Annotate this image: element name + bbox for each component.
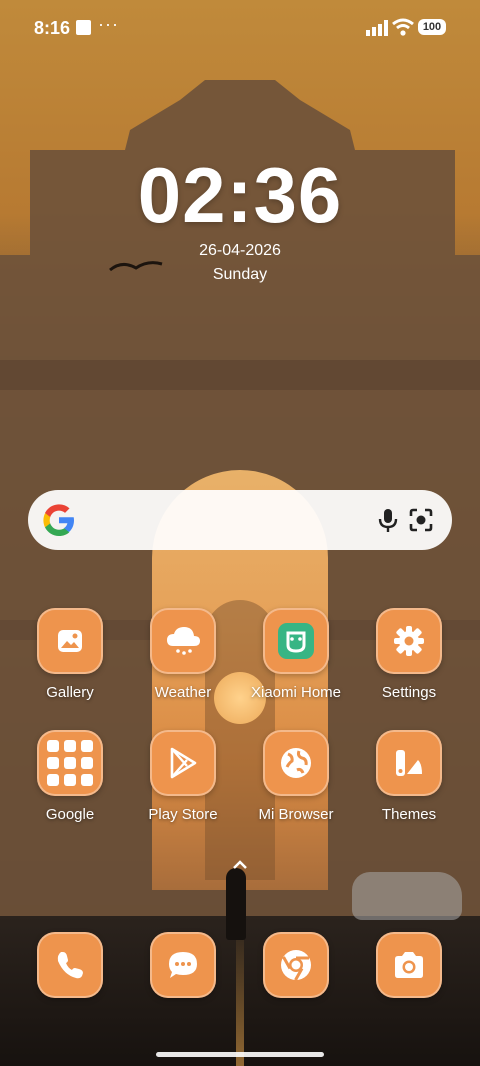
app-gallery[interactable]: Gallery xyxy=(14,608,126,701)
app-mi-browser[interactable]: Mi Browser xyxy=(240,730,352,823)
gear-icon xyxy=(376,608,442,674)
lens-icon[interactable] xyxy=(407,506,435,534)
gallery-icon xyxy=(37,608,103,674)
dock-camera[interactable] xyxy=(353,932,465,998)
chrome-icon xyxy=(263,932,329,998)
notification-icon xyxy=(76,20,91,35)
wifi-icon xyxy=(392,18,414,36)
dock-messages[interactable] xyxy=(127,932,239,998)
microphone-icon[interactable] xyxy=(374,506,402,534)
google-folder-icon xyxy=(37,730,103,796)
app-label: Play Store xyxy=(148,806,218,823)
more-notifications-icon: ··· xyxy=(98,14,119,34)
app-weather[interactable]: Weather xyxy=(127,608,239,701)
clock-date: 26-04-2026 xyxy=(199,242,281,259)
phone-icon xyxy=(37,932,103,998)
camera-icon xyxy=(376,932,442,998)
app-label: Themes xyxy=(381,806,437,823)
app-label: Weather xyxy=(154,684,212,701)
app-label: Google xyxy=(45,806,95,823)
messages-icon xyxy=(150,932,216,998)
google-g-icon xyxy=(43,504,74,536)
app-label: Gallery xyxy=(46,684,94,701)
play-store-icon xyxy=(150,730,216,796)
wallpaper-person xyxy=(226,868,246,940)
app-xiaomi-home[interactable]: Xiaomi Home xyxy=(240,608,352,701)
status-time: 8:16 xyxy=(34,18,71,38)
home-indicator[interactable] xyxy=(156,1052,324,1057)
weather-icon xyxy=(150,608,216,674)
signal-icon xyxy=(366,20,388,36)
status-bar: 8:16 ··· 100 xyxy=(0,0,480,56)
google-search-bar[interactable] xyxy=(28,490,452,550)
app-settings[interactable]: Settings xyxy=(353,608,465,701)
app-play-store[interactable]: Play Store xyxy=(127,730,239,823)
app-google-folder[interactable]: Google xyxy=(14,730,126,823)
app-label: Xiaomi Home xyxy=(250,684,342,701)
app-label: Settings xyxy=(381,684,437,701)
battery-indicator: 100 xyxy=(418,19,446,35)
app-label: Mi Browser xyxy=(258,806,334,823)
clock-time[interactable]: 02:36 xyxy=(0,150,480,241)
clock-weekday: Sunday xyxy=(212,266,268,283)
themes-icon xyxy=(376,730,442,796)
wallpaper-car xyxy=(352,872,462,920)
dock-phone[interactable] xyxy=(14,932,126,998)
chevron-up-icon[interactable] xyxy=(232,860,248,870)
app-themes[interactable]: Themes xyxy=(353,730,465,823)
globe-icon xyxy=(263,730,329,796)
dock-chrome[interactable] xyxy=(240,932,352,998)
xiaomi-home-icon xyxy=(263,608,329,674)
